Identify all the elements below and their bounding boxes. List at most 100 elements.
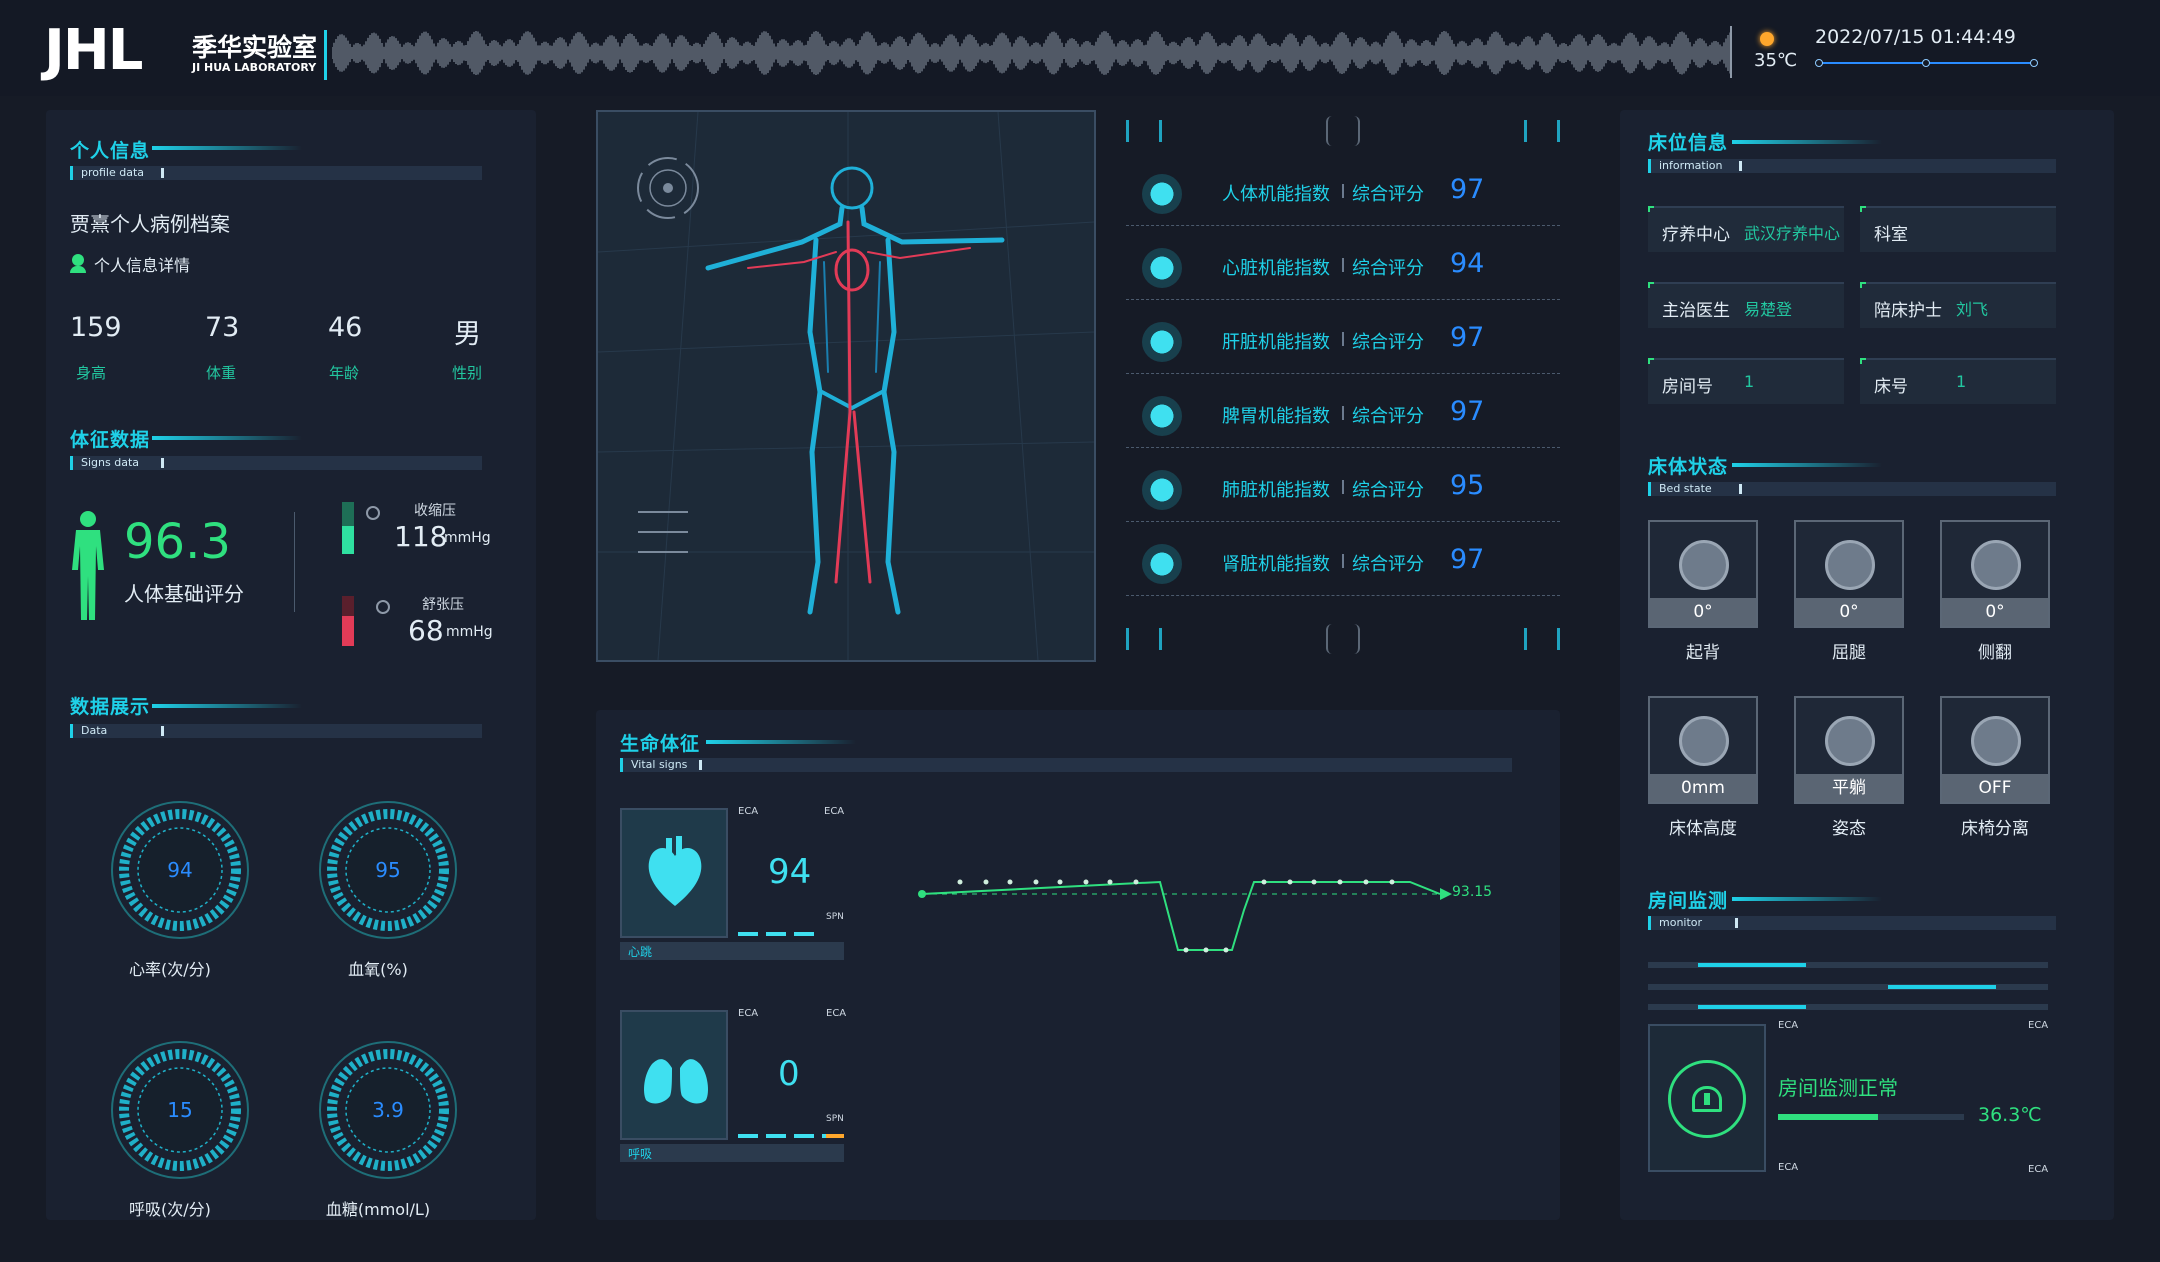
field-corner [1860,206,1866,212]
bed-field-key: 陪床护士 [1874,301,1942,321]
stomach-icon [1142,396,1182,436]
header-divider [324,30,327,80]
organ-name: 肾脏机能指数 [1222,554,1330,575]
organ-name: 肺脏机能指数 [1222,480,1330,501]
section-bar [1732,463,1882,467]
chair-separate-icon [1971,716,2021,766]
systolic-label: 收缩压 [414,503,456,519]
organ-score-label: 综合评分 [1352,554,1424,575]
bp-cuff-icon [366,506,380,520]
logo: JHL [44,18,143,83]
organ-row[interactable]: 人体机能指数 综合评分 97 [1126,160,1560,226]
section-bar [152,436,302,440]
bed-info-section-title: 床位信息 [1648,132,1729,154]
lungs-icon-box [620,1010,728,1140]
bed-state-tile[interactable]: 0° [1794,520,1904,628]
personal-detail-link[interactable]: 个人信息详情 [94,252,190,276]
room-temperature: 36.3℃ [1978,1104,2042,1126]
bed-field-value: 易楚登 [1744,300,1793,319]
header-temperature: 35℃ [1754,50,1798,71]
organ-bracket-left-bottom [1126,628,1162,650]
organ-row[interactable]: 肺脏机能指数 综合评分 95 [1126,456,1560,522]
field-corner [1648,206,1654,212]
posture-icon [1825,716,1875,766]
heart-icon-box [620,808,728,938]
room-eca-bl: ECA [1778,1162,1799,1173]
heart-eca-label: ECA [738,806,759,817]
weather-sun-icon [1760,32,1774,46]
personal-subtitle-strip: profile data [70,166,482,180]
organ-score-value: 95 [1450,470,1485,501]
bed-state-value: 0° [1650,598,1756,626]
bed-state-value: 0° [1796,598,1902,626]
leg-bend-icon [1825,540,1875,590]
field-corner [1648,358,1654,364]
diastolic-bar-fill [342,616,354,646]
organ-row[interactable]: 脾胃机能指数 综合评分 97 [1126,382,1560,448]
systolic-value: 118 [394,520,448,553]
breath-eca-label: ECA [738,1008,759,1019]
data-subtitle: Data [81,724,108,737]
time-slider[interactable] [1815,59,2038,67]
bed-state-tile[interactable]: 0mm [1648,696,1758,804]
organ-row[interactable]: 肝脏机能指数 综合评分 97 [1126,308,1560,374]
gauge-glucose-value: 3.9 [372,1098,404,1122]
organ-bracket-right-bottom [1524,628,1560,650]
breath-spn-label: SPN [826,1114,844,1124]
data-subtitle-strip: Data [70,724,482,738]
diastolic-unit: mmHg [446,624,493,640]
breath-eca-label-right: ECA [826,1008,847,1019]
bed-state-label: 侧翻 [1978,643,2012,663]
diastolic-label: 舒张压 [422,597,464,613]
breath-value: 0 [778,1054,800,1094]
alarm-icon [1668,1060,1746,1138]
field-corner [1860,282,1866,288]
stat-gender-value: 男 [454,319,481,350]
bed-state-tile[interactable]: 0° [1648,520,1758,628]
organ-row[interactable]: 心脏机能指数 综合评分 94 [1126,234,1560,300]
bed-state-value: 0mm [1650,774,1756,802]
room-section-title: 房间监测 [1648,890,1729,912]
organ-score-value: 97 [1450,322,1485,353]
organ-separator [1342,184,1344,198]
signs-divider [294,512,295,612]
stat-weight-label: 体重 [206,364,237,382]
bed-field: 房间号 1 [1648,358,1844,404]
record-title: 贾熹个人病例档案 [70,212,230,236]
bed-field-key: 疗养中心 [1662,225,1730,245]
gauge-glucose-label: 血糖(mmol/L) [325,1200,431,1219]
breath-label: 呼吸 [628,1147,653,1161]
field-corner [1648,282,1654,288]
gauge-heart-rate: 94 [110,800,250,940]
organ-score-value: 97 [1450,544,1485,575]
organ-separator [1342,258,1344,272]
bed-field: 主治医生 易楚登 [1648,282,1844,328]
bed-info-subtitle-strip: information [1648,159,2056,173]
room-status-text: 房间监测正常 [1778,1076,1898,1100]
bed-info-subtitle: information [1659,159,1723,172]
bed-state-tile[interactable]: 0° [1940,520,2050,628]
body-grid [598,112,1094,660]
lungs-icon [1142,470,1182,510]
gauge-glucose: 3.9 [318,1040,458,1180]
gauge-oxygen-value: 95 [375,858,401,882]
liver-icon [1142,322,1182,362]
organ-bracket-mid-bottom [1326,624,1360,654]
bed-field: 疗养中心 武汉疗养中心 [1648,206,1844,252]
bed-field-key: 床号 [1874,377,1908,397]
bed-field-key: 房间号 [1662,377,1713,397]
bed-state-tile[interactable]: 平躺 [1794,696,1904,804]
bed-state-label: 姿态 [1832,819,1866,839]
organ-name: 脾胃机能指数 [1222,406,1330,427]
section-bar [152,704,302,708]
field-corner [1860,358,1866,364]
lab-name-en: JI HUA LABORATORY [192,61,317,74]
header-waveform [332,31,1731,75]
signs-section-title: 体征数据 [70,429,151,451]
personal-section-title: 个人信息 [70,140,151,162]
organ-row[interactable]: 肾脏机能指数 综合评分 97 [1126,530,1560,596]
bed-state-tile[interactable]: OFF [1940,696,2050,804]
slider-dot [1922,59,1930,67]
signs-subtitle: Signs data [81,456,139,469]
bed-state-section-title: 床体状态 [1648,456,1729,478]
